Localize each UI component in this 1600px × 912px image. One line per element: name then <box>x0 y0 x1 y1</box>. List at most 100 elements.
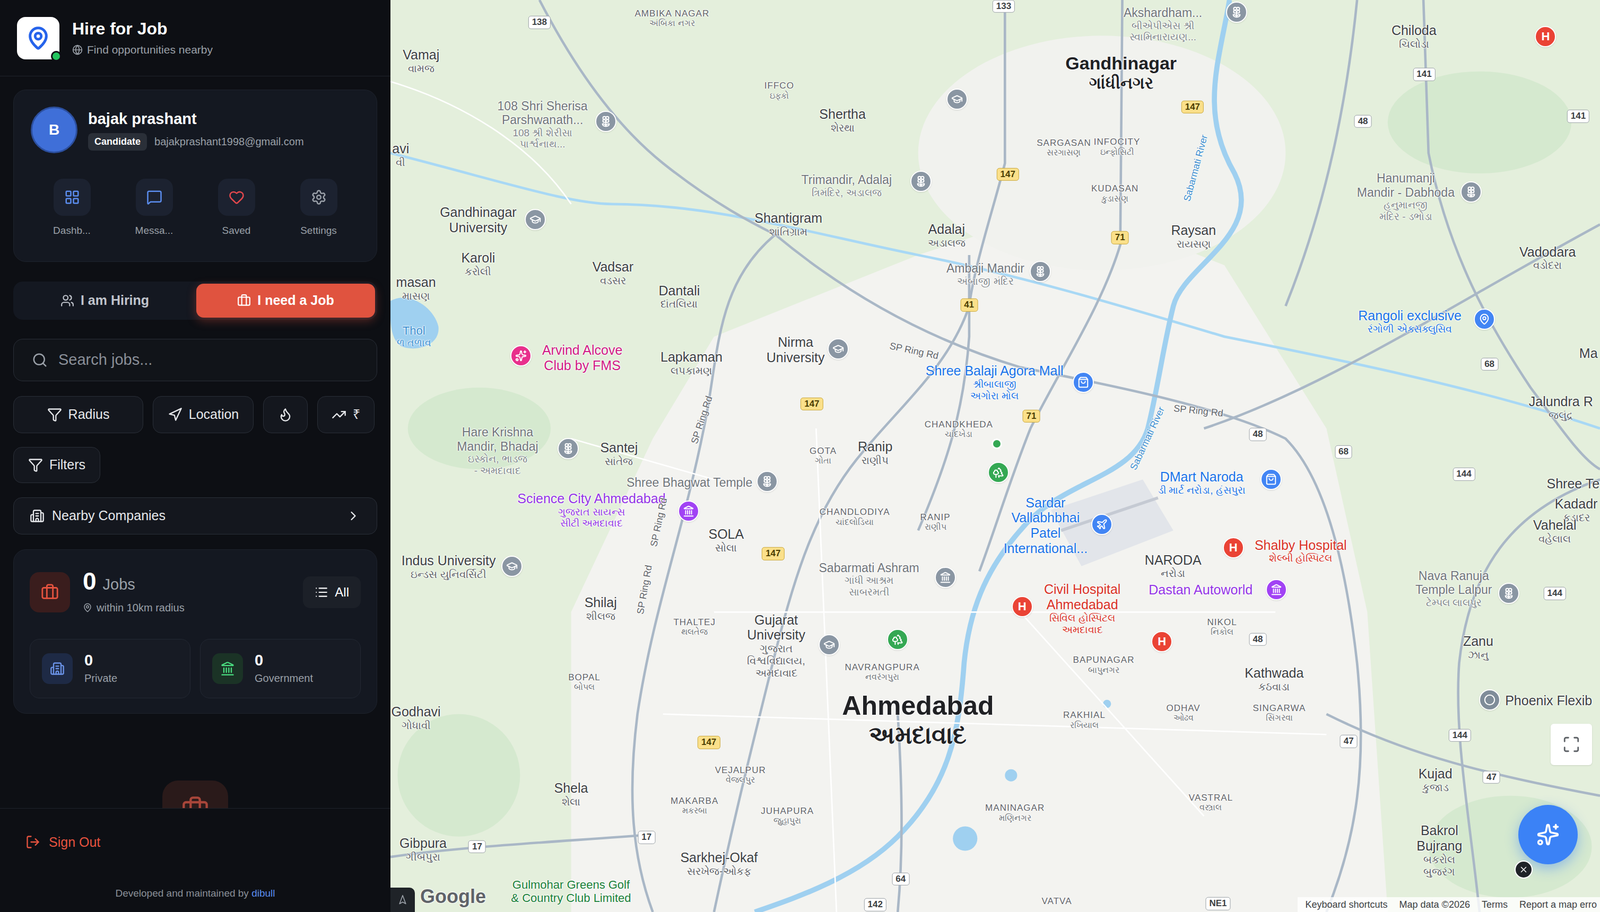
map-label[interactable]: Tholળ તળાવ <box>396 324 432 350</box>
attribution-link[interactable]: Keyboard shortcuts <box>1305 898 1388 912</box>
map-label[interactable]: KUDASANકુડાસણ <box>1091 183 1139 204</box>
map-label[interactable]: Sherthaશેરથા <box>819 106 866 135</box>
map-label[interactable]: 108 Shri SherisaParshwanath...108 શ્રી શ… <box>497 98 588 151</box>
map-label[interactable]: Ambaji Mandirઅંબાજી મંદિર <box>946 261 1025 288</box>
map-label[interactable]: Trimandir, Adalajત્રિમંદિર, અડાલજ <box>801 172 892 199</box>
map-label[interactable]: Shantigramશાંતિગ્રામ <box>754 210 823 239</box>
map-label[interactable]: Chilodaચિલોડા <box>1391 22 1437 51</box>
map-label[interactable]: Sabarmati Ashramગાંધી આશ્રમસાબરમતી <box>819 560 920 598</box>
map-label[interactable]: SARGASANસરગાસણ <box>1036 137 1092 159</box>
map-label[interactable]: Shalby Hospitalશેલ્બી હોસ્પિટલ <box>1254 537 1347 565</box>
place-marker[interactable] <box>1479 689 1501 711</box>
map-label[interactable]: ODHAVઓઢવ <box>1166 703 1200 724</box>
map-label[interactable]: Dastan Autoworld <box>1148 581 1253 598</box>
filter-chip[interactable]: ₹ <box>317 396 375 434</box>
school-marker[interactable] <box>827 338 849 360</box>
worship-marker[interactable] <box>1498 583 1520 605</box>
map-label[interactable]: HanumanjiMandir - Dabhodaહનુમાનજીમંદિર -… <box>1357 171 1455 223</box>
assistant-button[interactable] <box>1518 805 1578 865</box>
sign-out-button[interactable]: Sign Out <box>0 809 391 877</box>
map-label[interactable]: INFOCITYઇન્ફોસિટી <box>1093 136 1141 158</box>
map-label[interactable]: DMart Narodaડી માર્ટ નરોડા, હંસપુરા <box>1158 469 1246 497</box>
map-label[interactable]: aviવી <box>392 141 410 169</box>
school-marker[interactable] <box>501 555 523 578</box>
map-label[interactable]: Shree Bhagwat Temple <box>626 475 753 490</box>
map-label[interactable]: Phoenix Flexib <box>1505 693 1593 709</box>
map-label[interactable]: Gulmohar Greens Golf& Country Club Limit… <box>510 878 631 906</box>
map-label[interactable]: Civil HospitalAhmedabadસિવિલ હોસ્પિટલઅમદ… <box>1044 582 1121 637</box>
credit-link[interactable]: dibull <box>251 888 275 900</box>
map-label[interactable]: IFFCOઇફ્કો <box>764 80 795 101</box>
quick-action[interactable]: Dashb... <box>30 178 113 239</box>
map-label[interactable]: BOPALબોપલ <box>568 672 601 693</box>
search-field[interactable] <box>13 338 378 382</box>
map-label[interactable]: Kathwadaકઠવાડા <box>1244 665 1304 694</box>
park-marker[interactable] <box>987 462 1010 484</box>
hospital-marker[interactable]: H <box>1011 596 1033 618</box>
map-label[interactable]: BAPUNAGARબાપુનગર <box>1073 655 1135 676</box>
worship-marker[interactable] <box>756 471 778 493</box>
filter-chip[interactable]: Radius <box>13 396 144 434</box>
map-label[interactable]: Shilajશીલજ <box>584 595 617 623</box>
map-label[interactable]: masanમાસણ <box>396 274 437 303</box>
map-label[interactable]: Akshardham...બીએપીએસ શ્રીસ્વામિનારાયણ... <box>1123 5 1203 43</box>
worship-marker[interactable] <box>557 438 579 460</box>
map-label[interactable]: Shree Te <box>1546 475 1600 492</box>
map-label[interactable]: Nava RanujaTemple Lalpurટેમ્પલ લાલપુર <box>1415 569 1492 610</box>
map-label[interactable]: MANINAGARમણિનગર <box>985 803 1045 824</box>
attribution-link[interactable]: Report a map erro <box>1519 898 1597 912</box>
map-label[interactable]: Adalajઅડાલજ <box>927 221 966 250</box>
map-label[interactable]: CHANDKHEDAચાંદખેડા <box>924 419 994 440</box>
map-label[interactable]: Shree Balaji Agora Mallશ્રીબાલાજીઅગોરા મ… <box>925 363 1064 402</box>
search-input[interactable] <box>58 348 359 372</box>
map-label[interactable]: NirmaUniversity <box>766 334 825 366</box>
map-label[interactable]: Vahelalવહેલાલ <box>1533 517 1577 546</box>
map-label[interactable]: Zanuઝાનુ <box>1463 634 1494 663</box>
map-label[interactable]: SOLAસોલા <box>708 527 744 555</box>
worship-marker[interactable] <box>1460 181 1482 203</box>
map-label[interactable]: Arvind AlcoveClub by FMS <box>542 342 623 374</box>
map-label[interactable]: RAKHIALરખિયાલ <box>1063 710 1106 731</box>
map-label[interactable]: Gibpuraગીબપુરા <box>399 836 447 864</box>
park-marker[interactable] <box>887 629 909 651</box>
filter-chip[interactable] <box>263 396 308 434</box>
close-assistant-button[interactable] <box>1514 861 1533 880</box>
map-label[interactable]: GandhinagarUniversity <box>439 205 517 237</box>
map-label[interactable]: Dantaliદાંતલિયા <box>658 283 700 311</box>
map-label[interactable]: Hare KrishnaMandir, Bhadajઇસ્કોન, ભાડજ- … <box>456 425 538 477</box>
map-label[interactable]: Santejસાંતેજ <box>600 440 638 468</box>
map-label[interactable]: Ranipરાણીપ <box>857 439 893 467</box>
attribution-link[interactable]: Terms <box>1481 898 1508 912</box>
map-label[interactable]: Indus Universityઇન્ડસ યુનિવર્સિટી <box>401 553 497 582</box>
filter-chip[interactable]: Location <box>152 396 254 434</box>
map-label[interactable]: AMBIKA NAGARઅંબિકા નગર <box>635 8 710 29</box>
shop-marker[interactable] <box>1072 371 1094 394</box>
school-marker[interactable] <box>818 634 840 656</box>
pin-marker[interactable] <box>1473 308 1495 330</box>
worship-marker[interactable] <box>1029 261 1051 283</box>
map-label[interactable]: GOTAગોતા <box>809 446 837 467</box>
venue-marker[interactable] <box>1265 579 1288 601</box>
airport-marker[interactable] <box>1091 514 1113 536</box>
map-label[interactable]: Gandhinagarગાંધીનગર <box>1065 52 1177 93</box>
app-logo[interactable] <box>16 16 60 60</box>
map-label[interactable]: NAVRANGPURAનવરંગપુરા <box>844 662 920 683</box>
view-all-button[interactable]: All <box>302 576 361 609</box>
map-label[interactable]: NIKOLનિકોલ <box>1207 617 1238 638</box>
nearby-companies-button[interactable]: Nearby Companies <box>13 497 378 535</box>
school-marker[interactable] <box>524 209 546 231</box>
quick-action[interactable]: Saved <box>195 178 278 239</box>
map-label[interactable]: GujaratUniversityગુજરાતવિશ્વવિદ્યાલય,અમદ… <box>746 612 806 680</box>
map-label[interactable]: NARODAનરોડા <box>1144 552 1202 581</box>
map-label[interactable]: Kujadકુજાડ <box>1418 767 1453 795</box>
map-label[interactable]: MAKARBAમકરબા <box>670 796 719 817</box>
map-label[interactable]: SardarVallabhbhaiPatelInternational... <box>1003 494 1088 556</box>
hospital-marker[interactable]: H <box>1222 537 1245 559</box>
map-label[interactable]: Karoliકરોલી <box>461 250 495 278</box>
fullscreen-button[interactable] <box>1550 724 1593 766</box>
map-label[interactable]: BakrolBujrangબકરોલબુજરંગ <box>1416 823 1463 879</box>
mode-toggle-button[interactable]: I need a Job <box>196 283 376 318</box>
map-label[interactable]: Lapkamanલપકામણ <box>660 349 723 378</box>
map-label[interactable]: Sarkhej-Okafસરખેજ-ઓકફ <box>680 850 758 878</box>
map-label[interactable]: VASTRALવસ્ત્રાલ <box>1188 793 1233 814</box>
